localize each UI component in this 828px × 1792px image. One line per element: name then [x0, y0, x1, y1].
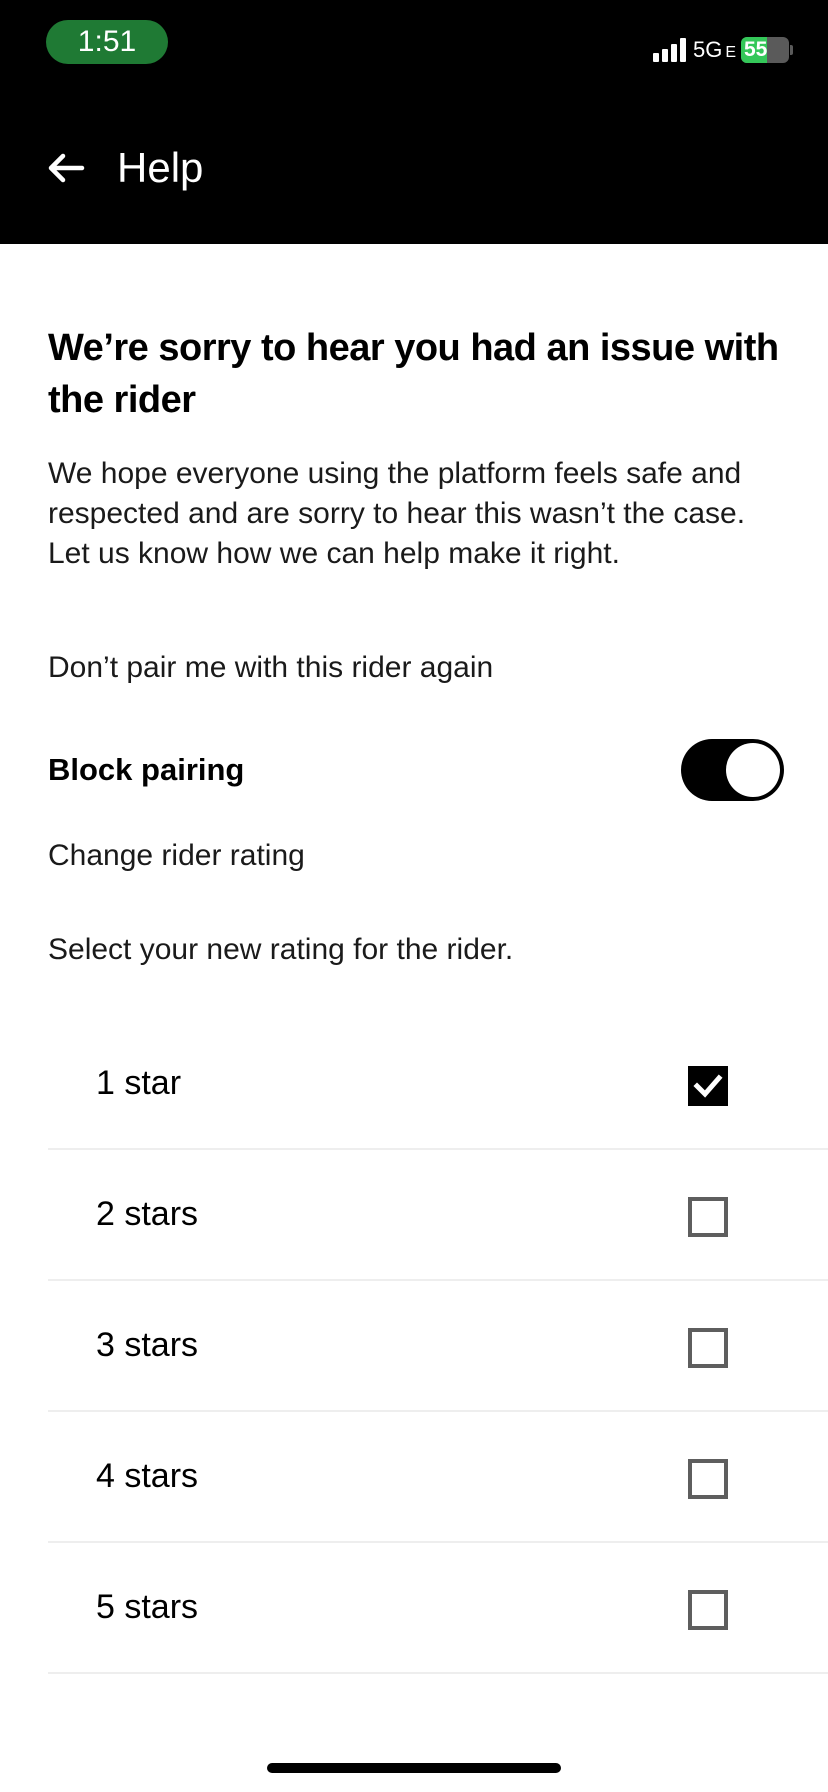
toggle-knob [726, 743, 780, 797]
rating-options-list: 1 star 2 stars 3 stars 4 stars 5 stars [48, 1019, 828, 1674]
network-indicator: 5G E [693, 36, 736, 67]
rating-checkbox[interactable] [688, 1328, 728, 1368]
battery-percent: 55 [744, 38, 768, 61]
signal-strength-icon [653, 38, 689, 62]
battery-icon: 55 [741, 37, 789, 63]
home-indicator [267, 1763, 561, 1773]
block-prompt: Don’t pair me with this rider again [48, 651, 494, 684]
network-suffix: E [725, 44, 737, 61]
rating-option-label: 2 stars [96, 1195, 199, 1233]
arrow-left-icon [48, 153, 85, 183]
rating-checkbox[interactable] [688, 1459, 728, 1499]
rating-option-label: 3 stars [96, 1326, 199, 1364]
network-type: 5G [693, 37, 723, 62]
rating-checkbox[interactable] [688, 1590, 728, 1630]
rating-option-5-stars[interactable]: 5 stars [48, 1543, 828, 1674]
issue-headline: We’re sorry to hear you had an issue wit… [48, 327, 779, 421]
rating-checkbox[interactable] [688, 1066, 728, 1106]
rating-option-label: 1 star [96, 1064, 182, 1102]
app-header: 1:51 5G E 55 Help [0, 0, 828, 244]
block-pairing-label: Block pairing [48, 752, 245, 787]
rating-option-4-stars[interactable]: 4 stars [48, 1412, 828, 1543]
rating-option-label: 5 stars [96, 1588, 199, 1626]
block-pairing-toggle[interactable] [681, 739, 784, 801]
battery-tip [790, 45, 793, 55]
rating-option-1-star[interactable]: 1 star [48, 1019, 828, 1150]
page-title: Help [117, 144, 204, 191]
rating-option-2-stars[interactable]: 2 stars [48, 1150, 828, 1281]
rating-option-label: 4 stars [96, 1457, 199, 1495]
checkmark-icon [693, 1074, 723, 1098]
rating-prompt: Select your new rating for the rider. [48, 933, 514, 966]
change-rating-label: Change rider rating [48, 839, 305, 872]
status-time: 1:51 [46, 20, 168, 64]
back-button[interactable] [38, 140, 94, 196]
rating-option-3-stars[interactable]: 3 stars [48, 1281, 828, 1412]
rating-checkbox[interactable] [688, 1197, 728, 1237]
issue-description: We hope everyone using the platform feel… [48, 457, 746, 570]
